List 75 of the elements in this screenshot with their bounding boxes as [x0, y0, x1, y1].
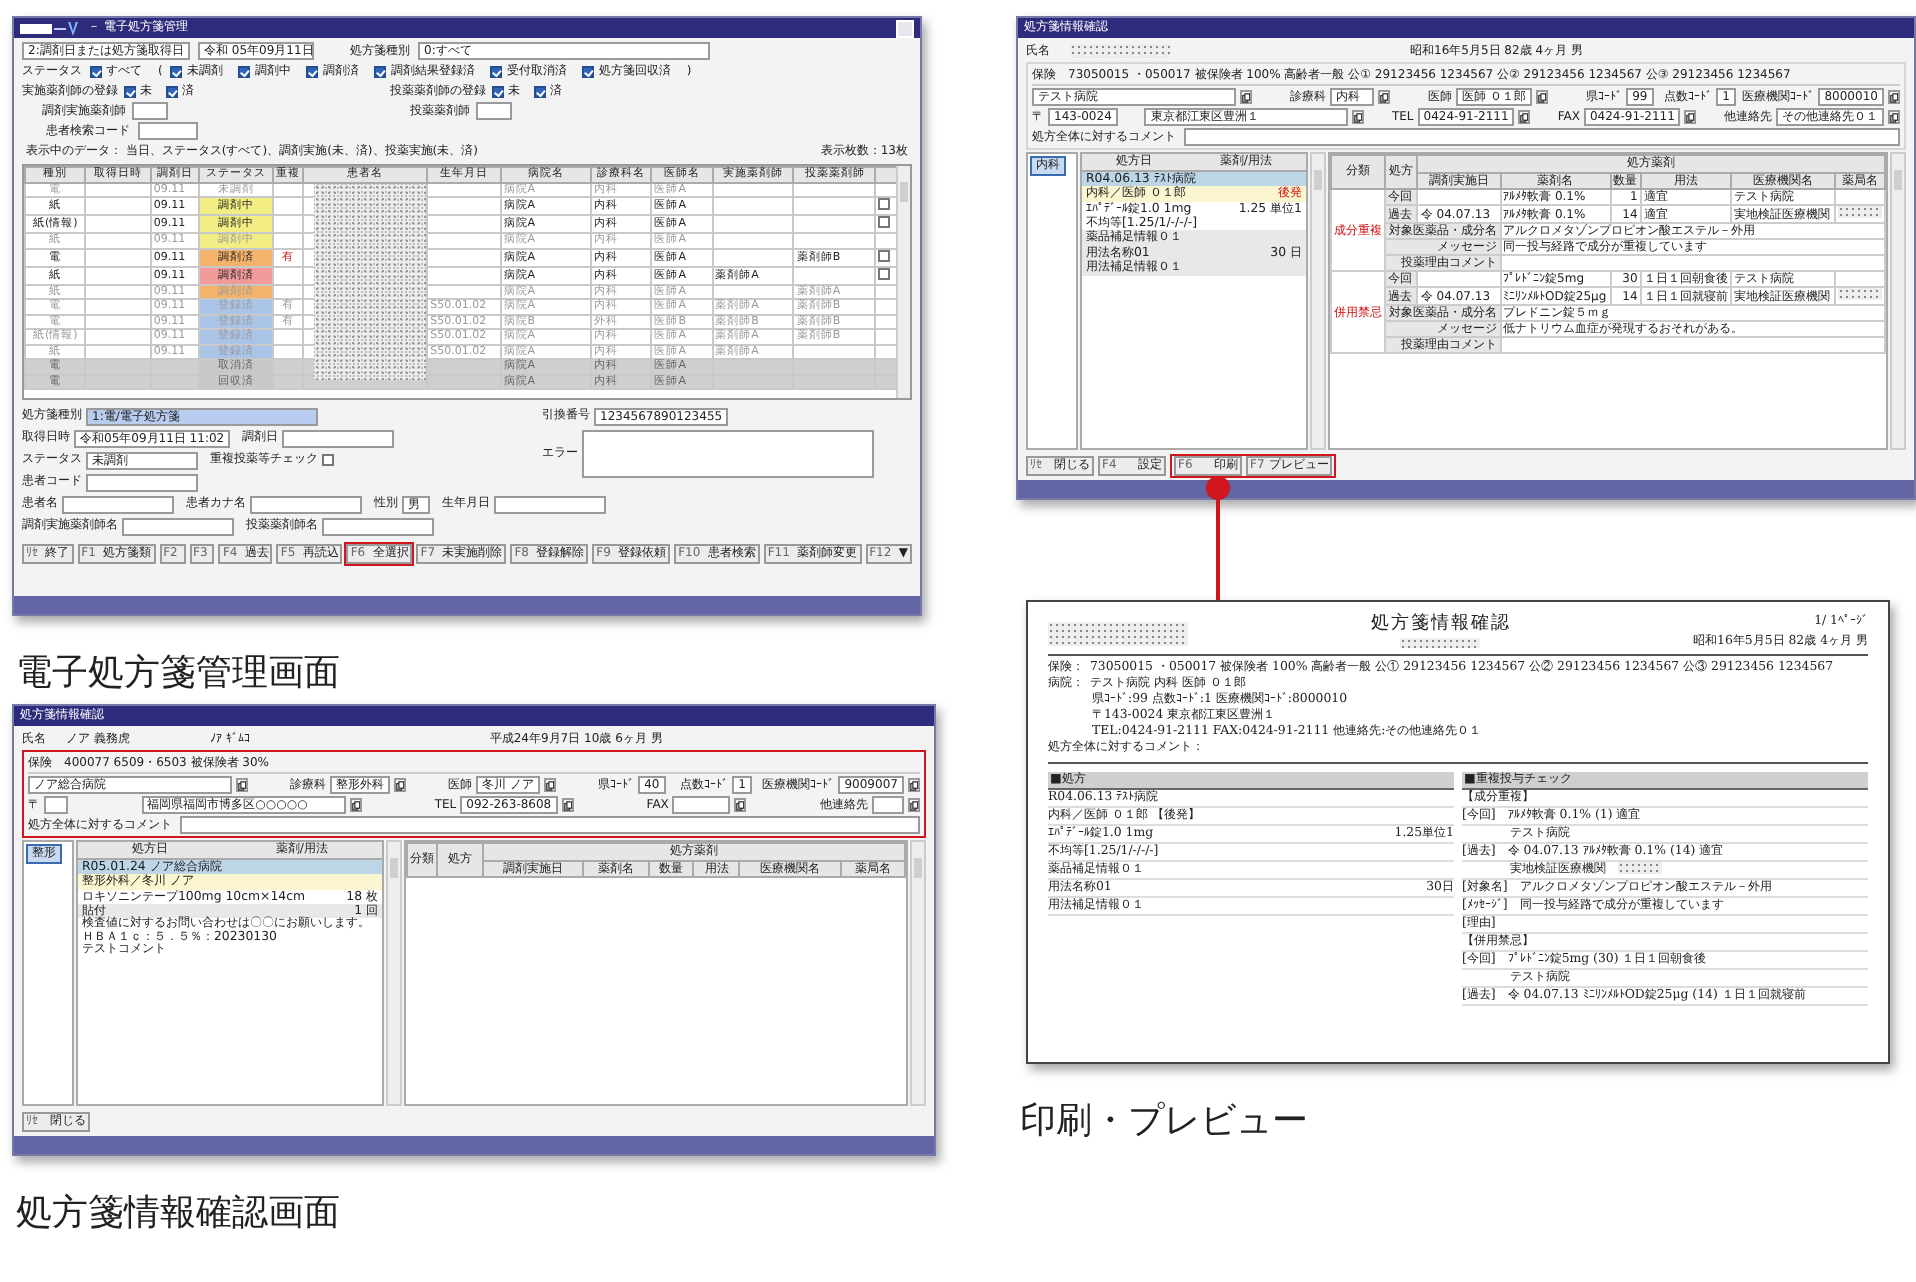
copy-icon — [396, 779, 405, 791]
input-field[interactable] — [132, 102, 168, 120]
copy-button[interactable] — [1887, 110, 1900, 124]
checkbox[interactable] — [306, 65, 319, 77]
copy-icon — [351, 799, 360, 811]
blurred-text-block — [1400, 638, 1481, 648]
checkbox[interactable] — [582, 65, 595, 77]
copy-icon — [1380, 91, 1389, 103]
checkbox[interactable] — [166, 85, 178, 97]
input-field[interactable] — [44, 796, 68, 814]
input-field[interactable] — [1184, 128, 1900, 146]
window-control-button[interactable] — [896, 19, 914, 37]
checkbox[interactable] — [878, 198, 891, 210]
input-field[interactable] — [494, 495, 606, 513]
input-field[interactable] — [122, 517, 234, 535]
input-field[interactable] — [282, 429, 395, 447]
copy-button[interactable] — [1684, 110, 1697, 124]
copy-icon — [1242, 91, 1250, 103]
input-field[interactable] — [180, 816, 920, 834]
copy-icon — [909, 779, 918, 791]
copy-icon — [1889, 91, 1898, 103]
copy-button[interactable] — [1378, 90, 1391, 104]
copy-icon — [1354, 111, 1363, 123]
copy-icon — [1686, 111, 1695, 123]
copy-icon — [563, 799, 572, 811]
checkbox[interactable] — [878, 216, 891, 228]
copy-icon — [1889, 111, 1898, 123]
logo-icon — [20, 21, 80, 35]
copy-button[interactable] — [1518, 110, 1531, 124]
scrollbar[interactable] — [896, 165, 910, 397]
input-field[interactable] — [138, 122, 198, 140]
input-field[interactable] — [86, 473, 198, 491]
input-field[interactable] — [582, 429, 874, 477]
checkbox[interactable] — [490, 65, 503, 77]
checkbox[interactable] — [90, 65, 102, 77]
copy-button[interactable] — [1240, 90, 1252, 104]
checkbox[interactable] — [374, 65, 387, 77]
checkbox[interactable] — [322, 454, 334, 466]
copy-button[interactable] — [907, 798, 920, 812]
copy-button[interactable] — [561, 798, 574, 812]
copy-button[interactable] — [907, 778, 920, 792]
copy-icon — [736, 799, 745, 811]
copy-button[interactable] — [544, 778, 557, 792]
copy-button[interactable] — [236, 778, 248, 792]
checkbox[interactable] — [534, 85, 546, 97]
input-field[interactable] — [871, 796, 904, 814]
copy-button[interactable] — [349, 798, 362, 812]
input-field[interactable] — [322, 517, 434, 535]
copy-button[interactable] — [1887, 90, 1900, 104]
checkbox[interactable] — [124, 85, 136, 97]
copy-icon — [1538, 91, 1547, 103]
checkbox[interactable] — [170, 65, 183, 77]
copy-button[interactable] — [1352, 110, 1365, 124]
caption: 処方箋情報確認画面 — [16, 1190, 340, 1236]
input-field[interactable] — [672, 796, 731, 814]
input-field[interactable] — [62, 495, 174, 513]
caption: 印刷・プレビュー — [1020, 1098, 1308, 1144]
blurred-text-block — [1048, 622, 1188, 646]
copy-icon — [1520, 111, 1529, 123]
copy-icon — [909, 799, 918, 811]
copy-button[interactable] — [1536, 90, 1549, 104]
page-title: 処方箋情報確認 — [1370, 614, 1511, 636]
scrollbar[interactable] — [910, 840, 926, 1106]
scrollbar[interactable] — [1890, 152, 1906, 450]
scrollbar[interactable] — [1310, 152, 1326, 450]
copy-button[interactable] — [394, 778, 407, 792]
copy-icon — [546, 779, 555, 791]
checkbox[interactable] — [238, 65, 251, 77]
scrollbar[interactable] — [386, 840, 402, 1106]
input-field[interactable] — [250, 495, 362, 513]
caption: 電子処方箋管理画面 — [16, 650, 340, 696]
copy-button[interactable] — [734, 798, 747, 812]
checkbox[interactable] — [492, 85, 504, 97]
copy-icon — [238, 779, 246, 791]
input-field[interactable] — [476, 102, 512, 120]
